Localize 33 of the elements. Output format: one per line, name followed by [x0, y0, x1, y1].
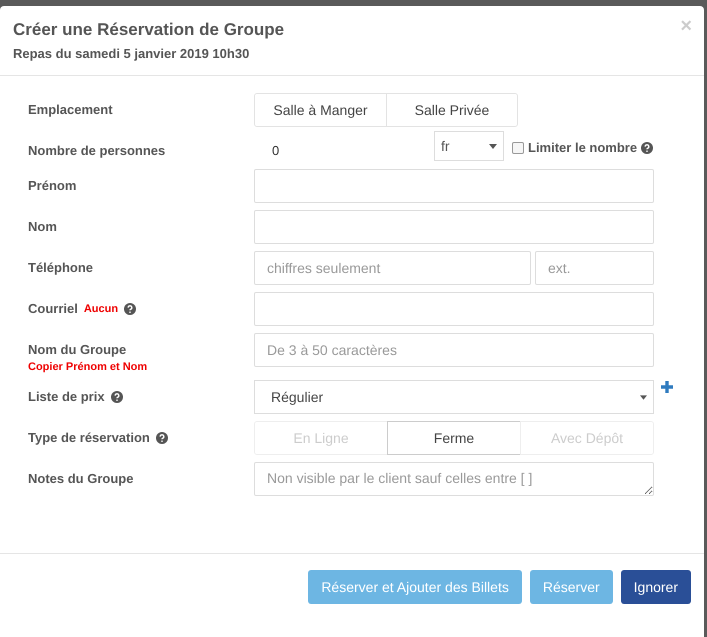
field-label: Nom	[28, 219, 57, 234]
copy-link[interactable]: Copier Prénom et Nom	[28, 361, 254, 373]
extension-field[interactable]: ext.	[535, 251, 654, 285]
notes-field[interactable]: Non visible par le client sauf celles entre [ ]	[254, 462, 654, 496]
checkbox-label: Limiter le nombre	[528, 140, 638, 155]
field-label: Téléphone	[28, 260, 94, 275]
field-label: Type de réservation	[28, 430, 150, 445]
count-value: 0	[271, 142, 280, 158]
option-button[interactable]: Salle à Manger	[254, 93, 387, 127]
text-field[interactable]	[254, 292, 654, 326]
phone-field[interactable]: chiffres seulement	[254, 251, 531, 285]
language-select[interactable]: fr	[434, 131, 504, 161]
text-field[interactable]	[254, 210, 654, 244]
action-button[interactable]: Ignorer	[620, 570, 691, 604]
caret-icon	[489, 144, 497, 148]
text-field[interactable]: De 3 à 50 caractères	[254, 333, 654, 367]
field-label: Courriel	[28, 301, 78, 316]
plus-icon[interactable]	[660, 380, 674, 394]
field-label: Notes du Groupe	[28, 471, 134, 486]
field-label: Prénom	[28, 178, 76, 193]
caret-icon	[640, 394, 647, 400]
price-list-select[interactable]: Régulier	[254, 380, 654, 414]
checkbox[interactable]	[512, 142, 524, 154]
option-button[interactable]: Salle Privée	[386, 93, 518, 127]
dialog-subtitle: Repas du samedi 5 janvier 2019 10h30	[13, 46, 250, 61]
dialog-title: Créer une Réservation de Groupe	[13, 20, 284, 40]
option-button[interactable]: Ferme	[387, 421, 521, 455]
text-field[interactable]	[254, 169, 654, 203]
field-label: Emplacement	[28, 102, 113, 117]
status-label: Aucun	[84, 302, 118, 314]
field-label: Liste de prix	[28, 389, 105, 404]
field-label: Nombre de personnes	[28, 143, 166, 158]
field-label: Nom du Groupe	[28, 342, 126, 357]
